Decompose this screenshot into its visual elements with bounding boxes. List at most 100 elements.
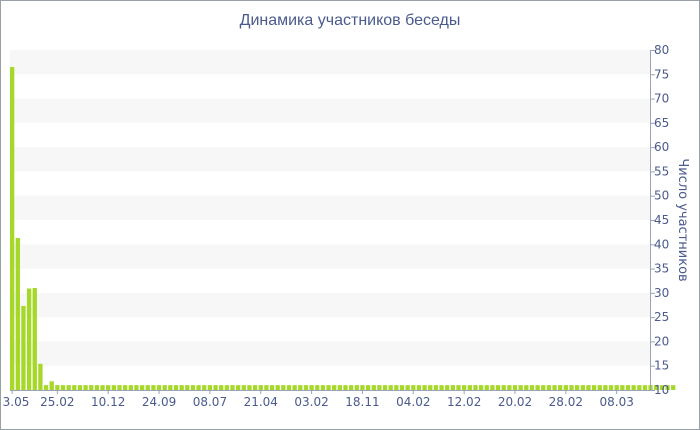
bar[interactable] [382, 385, 388, 390]
bar[interactable] [83, 385, 88, 390]
bar[interactable] [337, 385, 342, 390]
bar[interactable] [190, 385, 196, 390]
bar[interactable] [258, 385, 263, 390]
bar[interactable] [94, 385, 100, 390]
bar[interactable] [162, 385, 167, 390]
bar[interactable] [428, 385, 433, 390]
bar[interactable] [202, 385, 207, 390]
bar[interactable] [111, 385, 116, 390]
bar[interactable] [529, 385, 535, 390]
bar[interactable] [575, 385, 580, 390]
bar[interactable] [512, 385, 518, 390]
bar[interactable] [450, 385, 455, 390]
bar[interactable] [139, 385, 145, 390]
bar[interactable] [298, 385, 303, 390]
bar[interactable] [213, 385, 218, 390]
bar[interactable] [173, 385, 179, 390]
bar[interactable] [377, 385, 382, 390]
bar[interactable] [501, 385, 506, 390]
bar[interactable] [179, 385, 184, 390]
bar[interactable] [320, 385, 326, 390]
bar[interactable] [303, 385, 309, 390]
bar[interactable] [281, 385, 286, 390]
bar[interactable] [620, 385, 625, 390]
bar[interactable] [43, 385, 49, 390]
bar[interactable] [128, 385, 133, 390]
bar[interactable] [168, 385, 173, 390]
bar[interactable] [89, 385, 94, 390]
bar[interactable] [286, 385, 292, 390]
bar[interactable] [484, 385, 489, 390]
bar[interactable] [123, 385, 128, 390]
bar[interactable] [597, 385, 602, 390]
bar[interactable] [247, 385, 252, 390]
bar[interactable] [66, 385, 71, 390]
bar[interactable] [473, 385, 478, 390]
bar[interactable] [196, 385, 201, 390]
bar[interactable] [552, 385, 557, 390]
bar[interactable] [608, 385, 614, 390]
bar[interactable] [399, 385, 405, 390]
bar[interactable] [603, 385, 608, 390]
bar[interactable] [219, 385, 224, 390]
bar[interactable] [365, 385, 371, 390]
bar[interactable] [439, 385, 444, 390]
bar[interactable] [478, 385, 484, 390]
bar[interactable] [637, 385, 642, 390]
bar[interactable] [580, 385, 585, 390]
bar[interactable] [49, 381, 54, 390]
bar[interactable] [264, 385, 269, 390]
bar[interactable] [275, 385, 280, 390]
bar[interactable] [326, 385, 331, 390]
bar[interactable] [38, 363, 43, 390]
bar[interactable] [156, 385, 162, 390]
bar[interactable] [388, 385, 393, 390]
bar[interactable] [151, 385, 156, 390]
bar[interactable] [625, 385, 631, 390]
bar[interactable] [586, 385, 591, 390]
bar[interactable] [292, 385, 297, 390]
bar[interactable] [106, 385, 111, 390]
bar[interactable] [72, 385, 77, 390]
bar[interactable] [185, 385, 190, 390]
bar[interactable] [569, 385, 574, 390]
bar[interactable] [411, 385, 416, 390]
bar[interactable] [236, 385, 241, 390]
bar[interactable] [207, 385, 213, 390]
bar[interactable] [433, 385, 439, 390]
bar[interactable] [26, 288, 32, 390]
bar[interactable] [60, 385, 66, 390]
bar[interactable] [614, 385, 619, 390]
bar[interactable] [524, 385, 529, 390]
bar[interactable] [456, 385, 461, 390]
bar[interactable] [490, 385, 495, 390]
bar[interactable] [360, 385, 365, 390]
bar[interactable] [416, 385, 422, 390]
bar[interactable] [671, 385, 676, 390]
bar[interactable] [495, 385, 501, 390]
bar[interactable] [467, 385, 472, 390]
bar[interactable] [642, 385, 648, 390]
bar[interactable] [354, 385, 359, 390]
bar[interactable] [77, 385, 83, 390]
bar[interactable] [535, 385, 540, 390]
bar[interactable] [371, 385, 376, 390]
bar[interactable] [134, 385, 139, 390]
bar[interactable] [631, 385, 636, 390]
bar[interactable] [224, 385, 229, 390]
bar[interactable] [507, 385, 512, 390]
bar[interactable] [394, 385, 399, 390]
bar[interactable] [546, 385, 552, 390]
bar[interactable] [591, 385, 597, 390]
bar[interactable] [309, 385, 314, 390]
bar[interactable] [563, 385, 568, 390]
bar[interactable] [21, 305, 26, 390]
bar[interactable] [422, 385, 427, 390]
bar[interactable] [117, 385, 122, 390]
bar[interactable] [32, 288, 37, 390]
bar[interactable] [343, 385, 348, 390]
bar[interactable] [269, 385, 275, 390]
bar[interactable] [541, 385, 546, 390]
bar[interactable] [55, 385, 60, 390]
bar[interactable] [252, 385, 258, 390]
